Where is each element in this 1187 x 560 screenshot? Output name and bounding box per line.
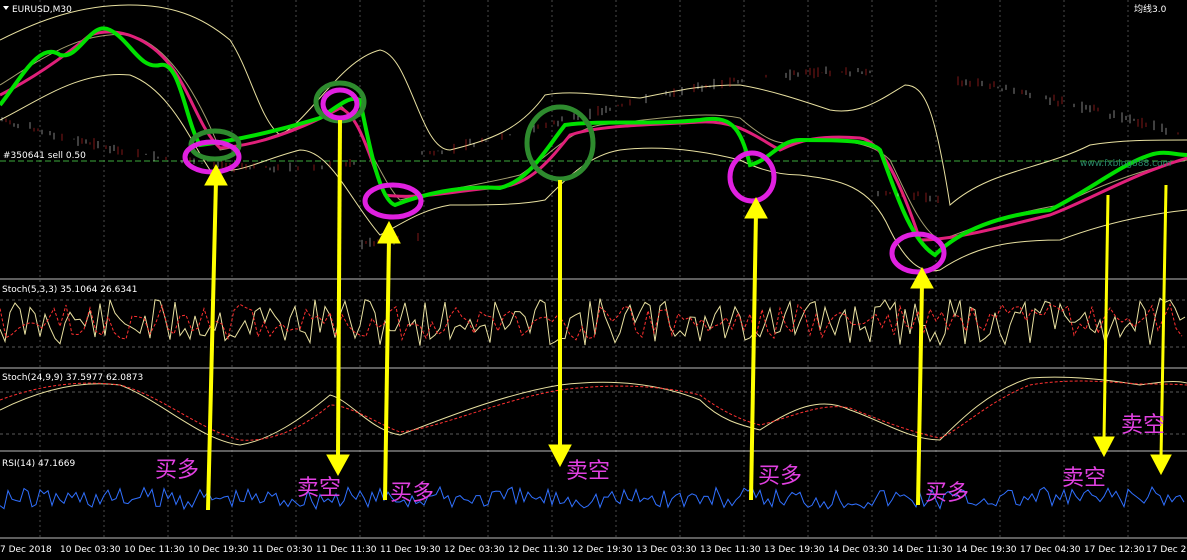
watermark: www.fxblog888.com: [1080, 159, 1171, 169]
time-tick: 13 Dec 19:30: [764, 545, 825, 555]
time-axis: 7 Dec 2018 10 Dec 03:30 10 Dec 11:30 10 …: [0, 545, 1187, 555]
annotation-text: 卖空: [566, 459, 610, 484]
symbol-label: EURUSD,M30: [12, 5, 72, 15]
time-tick: 12 Dec 11:30: [508, 545, 569, 555]
stoch2-label: Stoch(24,9,9) 37.5977 62.0873: [2, 373, 143, 383]
time-tick: 17 Dec 20:30: [1146, 545, 1187, 555]
bollinger-lower: [0, 73, 1187, 272]
time-tick: 14 Dec 19:30: [956, 545, 1017, 555]
time-tick: 10 Dec 03:30: [60, 545, 121, 555]
time-tick: 10 Dec 11:30: [124, 545, 185, 555]
highlight-circles: [182, 80, 947, 275]
annotation-text: 买多: [155, 458, 199, 483]
time-tick: 11 Dec 03:30: [252, 545, 313, 555]
annotation-text: 买多: [925, 481, 969, 506]
time-tick: 10 Dec 19:30: [188, 545, 249, 555]
time-tick: 7 Dec 2018: [0, 545, 52, 555]
annotation-text: 买多: [758, 464, 802, 489]
annotations: 买多 卖空 买多 卖空 买多 买多 卖空 卖空: [155, 413, 1165, 506]
rsi-label: RSI(14) 47.1669: [2, 459, 75, 469]
time-tick: 14 Dec 11:30: [892, 545, 953, 555]
time-tick: 13 Dec 11:30: [700, 545, 761, 555]
time-tick: 14 Dec 03:30: [828, 545, 889, 555]
trading-chart[interactable]: EURUSD,M30 均线3.0 #350641 sell 0.50 www.f…: [0, 0, 1187, 560]
magenta-circle: [727, 150, 777, 204]
time-tick: 12 Dec 03:30: [444, 545, 505, 555]
time-tick: 17 Dec 04:30: [1020, 545, 1081, 555]
annotation-text: 卖空: [297, 476, 341, 501]
time-tick: 11 Dec 11:30: [316, 545, 377, 555]
time-tick: 13 Dec 03:30: [636, 545, 697, 555]
stoch2-signal-line: [0, 380, 1187, 441]
green-circle: [524, 104, 596, 182]
symbol-dropdown-icon[interactable]: [3, 6, 9, 10]
magenta-circle: [362, 182, 424, 220]
rsi-line: [0, 485, 1185, 511]
top-right-label: 均线3.0: [1134, 3, 1167, 15]
bollinger-upper: [0, 4, 1187, 206]
time-tick: 17 Dec 12:30: [1084, 545, 1145, 555]
annotation-text: 卖空: [1062, 466, 1106, 491]
time-tick: 11 Dec 19:30: [380, 545, 441, 555]
annotation-text: 卖空: [1121, 413, 1165, 438]
time-tick: 12 Dec 19:30: [572, 545, 633, 555]
position-label[interactable]: #350641 sell 0.50: [3, 151, 86, 161]
annotation-text: 买多: [390, 481, 434, 506]
stoch1-label: Stoch(5,3,3) 35.1064 26.6341: [2, 285, 137, 295]
